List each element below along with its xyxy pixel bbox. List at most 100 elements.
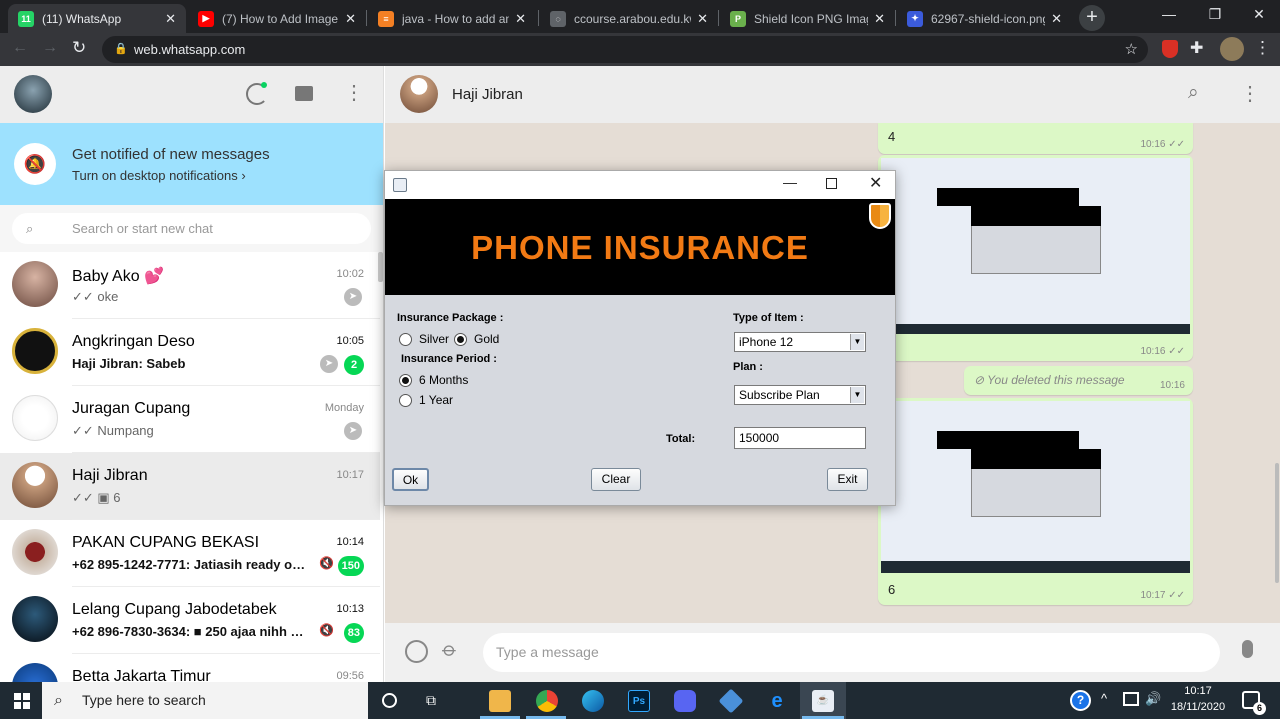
- browser-menu-icon[interactable]: ⋮: [1254, 38, 1271, 58]
- image-message-bubble[interactable]: 6 10:17 ✓✓: [878, 398, 1193, 605]
- desktop-notification-banner[interactable]: 🔕 Get notified of new messages Turn on d…: [0, 123, 383, 205]
- radio-label: Silver: [419, 332, 450, 346]
- chat-name: Betta Jakarta Timur: [72, 668, 211, 682]
- period-6-months-radio[interactable]: 6 Months: [399, 373, 468, 387]
- close-tab-icon[interactable]: ✕: [345, 11, 356, 27]
- forward-arrow-icon[interactable]: →: [42, 39, 58, 57]
- sidebar-scrollbar[interactable]: [378, 252, 383, 282]
- attach-paperclip-icon[interactable]: ⌀: [437, 636, 463, 662]
- chat-preview: ✓✓ oke: [72, 289, 119, 304]
- image-message-bubble[interactable]: 10:16 ✓✓: [878, 155, 1193, 361]
- discord-icon[interactable]: [674, 690, 696, 712]
- close-button[interactable]: ✕: [869, 173, 882, 193]
- close-tab-icon[interactable]: ✕: [165, 11, 176, 27]
- clear-button[interactable]: Clear: [591, 468, 641, 491]
- tab-arabou[interactable]: ◌ ccourse.arabou.edu.kw ✕: [540, 4, 718, 33]
- whatsapp-favicon-icon: 11: [18, 10, 34, 27]
- java-app-icon[interactable]: ☕: [812, 690, 834, 712]
- close-tab-icon[interactable]: ✕: [515, 11, 526, 27]
- type-of-item-select[interactable]: iPhone 12 ▼: [734, 332, 866, 352]
- contact-avatar[interactable]: [400, 75, 438, 113]
- chat-name: PAKAN CUPANG BEKASI: [72, 534, 260, 551]
- contact-name[interactable]: Haji Jibran: [452, 86, 523, 103]
- minimize-button[interactable]: —: [783, 174, 797, 190]
- chat-item-betta-jakarta-timur[interactable]: Betta Jakarta Timur 09:56: [0, 654, 380, 682]
- chat-item-haji-jibran[interactable]: Haji Jibran ✓✓ ▣ 6 10:17: [0, 453, 380, 520]
- edge-icon[interactable]: [582, 690, 604, 712]
- new-tab-button[interactable]: +: [1079, 5, 1105, 31]
- thumbnail-dialog-banner: [971, 449, 1101, 469]
- minimize-window-button[interactable]: —: [1146, 0, 1192, 30]
- chat-time: 10:14: [336, 536, 364, 548]
- back-arrow-icon[interactable]: ←: [12, 39, 28, 57]
- search-messages-icon[interactable]: ⌕: [1188, 82, 1199, 104]
- chat-item-pakan-cupang-bekasi[interactable]: PAKAN CUPANG BEKASI +62 895-1242-7771: J…: [0, 520, 380, 587]
- volume-icon[interactable]: 🔊: [1145, 691, 1161, 707]
- notification-bell-off-icon: 🔕: [14, 143, 56, 185]
- task-view-icon[interactable]: ⧉: [426, 692, 436, 709]
- avatar: [12, 596, 58, 642]
- avatar: [12, 529, 58, 575]
- message-input[interactable]: Type a message: [483, 633, 1220, 672]
- new-chat-icon[interactable]: [295, 86, 313, 101]
- internet-explorer-icon[interactable]: e: [766, 690, 788, 712]
- thumbnail-taskbar: [881, 561, 1190, 573]
- windows-start-icon[interactable]: [14, 693, 30, 709]
- tab-shield-image[interactable]: ✦ 62967-shield-icon.png ✕: [897, 4, 1072, 33]
- chat-item-angkringan-deso[interactable]: Angkringan Deso Haji Jibran: Sabeb 10:05…: [0, 319, 380, 386]
- close-window-button[interactable]: ✕: [1236, 0, 1280, 30]
- exit-button[interactable]: Exit: [827, 468, 868, 491]
- notification-link[interactable]: Turn on desktop notifications ›: [72, 168, 246, 183]
- maximize-button[interactable]: [826, 178, 837, 189]
- address-bar[interactable]: 🔒 web.whatsapp.com ☆: [102, 36, 1148, 63]
- chat-time: Monday: [324, 402, 364, 414]
- plan-label: Plan :: [733, 361, 763, 373]
- tab-whatsapp[interactable]: 11 (11) WhatsApp ✕: [8, 4, 186, 33]
- help-icon[interactable]: ?: [1070, 690, 1091, 711]
- package-silver-radio[interactable]: Silver: [399, 332, 449, 346]
- close-tab-icon[interactable]: ✕: [697, 11, 708, 27]
- microphone-icon[interactable]: [1242, 640, 1253, 658]
- period-1-year-radio[interactable]: 1 Year: [399, 393, 453, 407]
- tab-shield-png[interactable]: P Shield Icon PNG Image ✕: [720, 4, 895, 33]
- tab-stackoverflow[interactable]: ≡ java - How to add an im ✕: [368, 4, 536, 33]
- conversation-menu-icon[interactable]: ⋮: [1240, 81, 1260, 106]
- bookmark-star-icon[interactable]: ☆: [1125, 36, 1138, 63]
- taskbar-search-input[interactable]: ⌕ Type here to search: [42, 682, 368, 719]
- chat-preview: ✓✓ Numpang: [72, 423, 154, 438]
- close-tab-icon[interactable]: ✕: [874, 11, 885, 27]
- chat-sidebar: ⋮ 🔕 Get notified of new messages Turn on…: [0, 66, 384, 682]
- show-hidden-icons-icon[interactable]: ^: [1101, 691, 1107, 706]
- chrome-icon[interactable]: [536, 690, 558, 712]
- dropdown-arrow-icon[interactable]: ▼: [850, 334, 864, 350]
- reload-icon[interactable]: ↻: [72, 38, 86, 58]
- cortana-icon[interactable]: [382, 693, 397, 708]
- plan-select[interactable]: Subscribe Plan ▼: [734, 385, 866, 405]
- clock-date[interactable]: 18/11/2020: [1164, 701, 1232, 713]
- package-gold-radio[interactable]: Gold: [454, 332, 499, 346]
- chat-item-baby-ako[interactable]: Baby Ako 💕 ✓✓ oke 10:02 ➤: [0, 252, 380, 319]
- extension-shield-icon[interactable]: [1162, 40, 1178, 58]
- photoshop-icon[interactable]: Ps: [628, 690, 650, 712]
- screenshot-image[interactable]: [881, 158, 1190, 334]
- screenshot-image[interactable]: [881, 401, 1190, 573]
- total-field[interactable]: 150000: [734, 427, 866, 449]
- chat-item-juragan-cupang[interactable]: Juragan Cupang ✓✓ Numpang Monday ➤: [0, 386, 380, 453]
- network-icon[interactable]: [1123, 692, 1139, 706]
- ok-button[interactable]: Ok: [392, 468, 429, 491]
- dropdown-arrow-icon[interactable]: ▼: [850, 387, 864, 403]
- close-tab-icon[interactable]: ✕: [1051, 11, 1062, 27]
- my-profile-avatar[interactable]: [14, 75, 52, 113]
- conversation-scrollbar[interactable]: [1275, 463, 1279, 583]
- profile-avatar[interactable]: [1220, 37, 1244, 61]
- extensions-puzzle-icon[interactable]: ✚: [1190, 38, 1203, 58]
- virtualbox-icon[interactable]: [718, 688, 744, 714]
- emoji-icon[interactable]: [405, 640, 428, 663]
- file-explorer-icon[interactable]: [489, 690, 511, 712]
- maximize-window-button[interactable]: ❐: [1192, 0, 1238, 30]
- clock-time[interactable]: 10:17: [1170, 685, 1226, 697]
- search-input[interactable]: ⌕ Search or start new chat: [12, 213, 371, 244]
- tab-youtube[interactable]: ▶ (7) How to Add Image t ✕: [188, 4, 366, 33]
- sidebar-menu-icon[interactable]: ⋮: [344, 80, 364, 105]
- chat-item-lelang-cupang[interactable]: Lelang Cupang Jabodetabek +62 896-7830-3…: [0, 587, 380, 654]
